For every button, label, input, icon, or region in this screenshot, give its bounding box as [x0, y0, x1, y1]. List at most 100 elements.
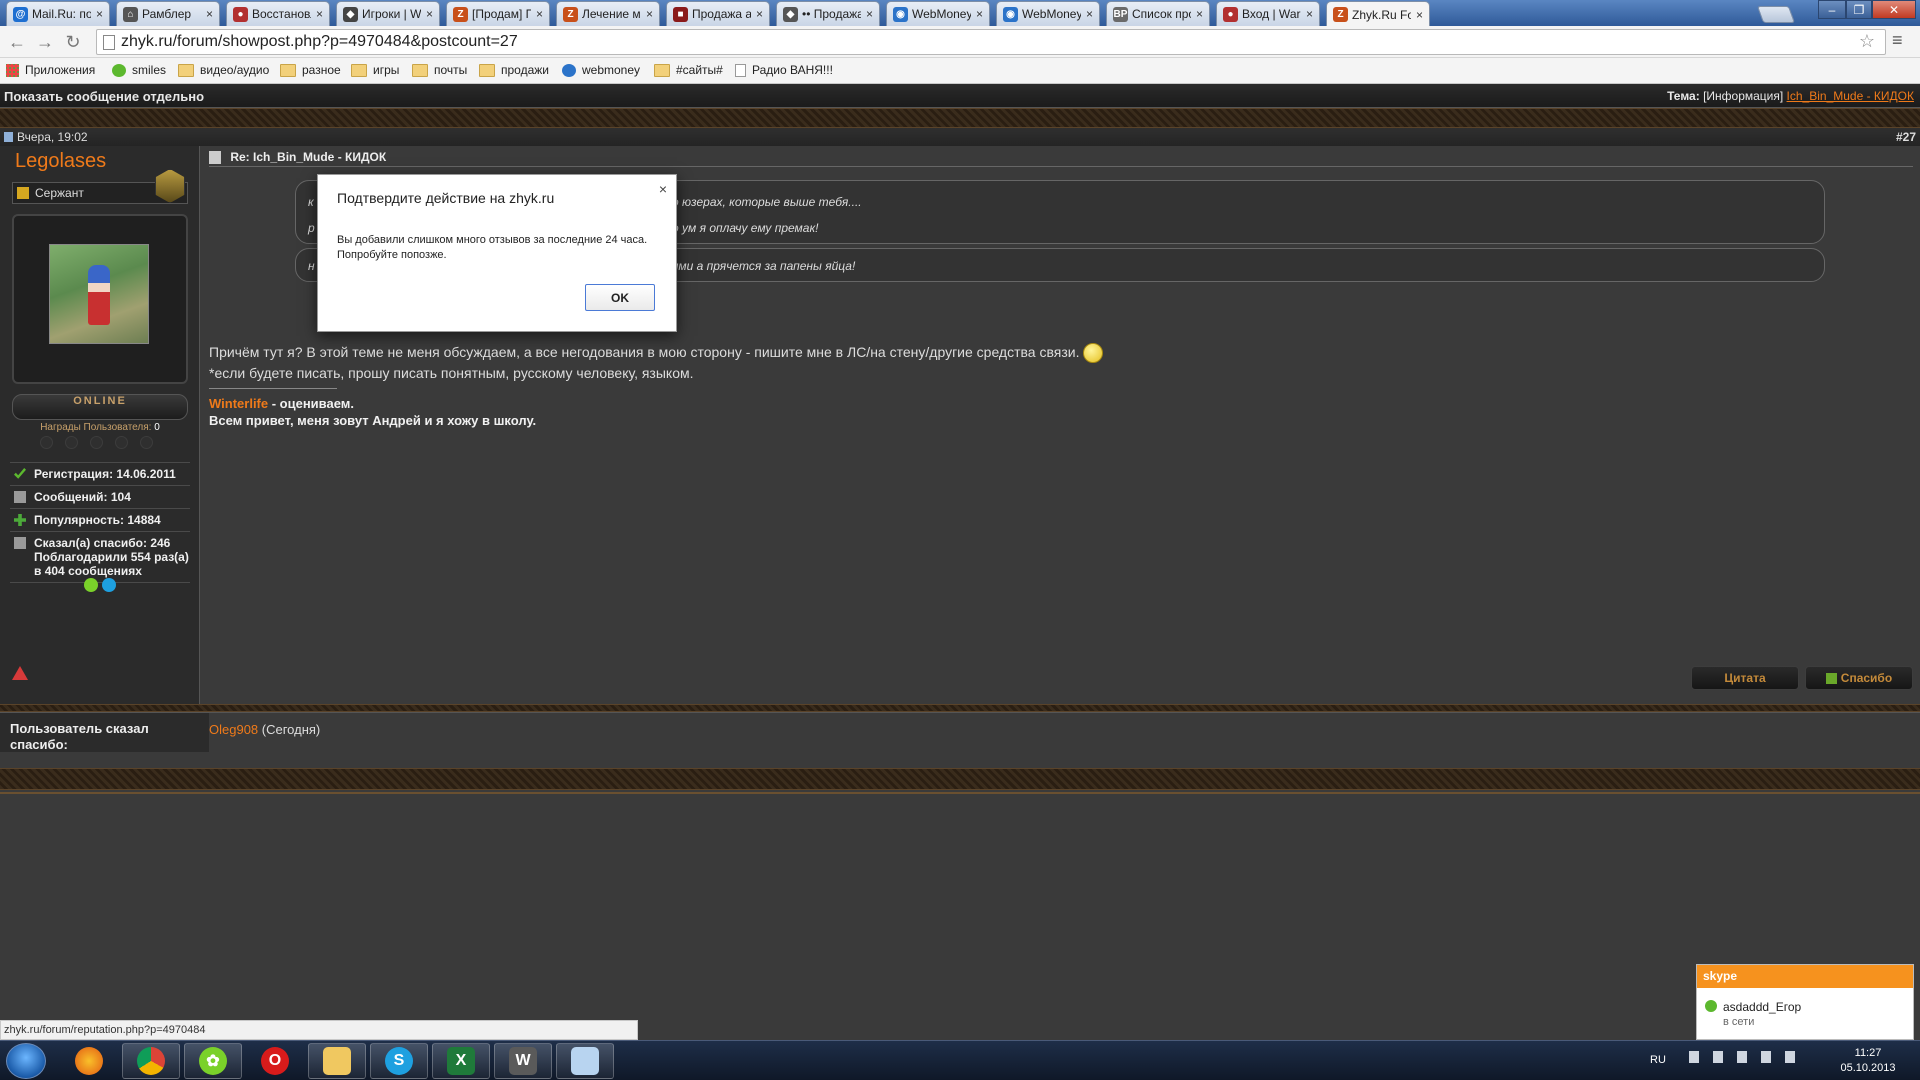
browser-tab[interactable]: BP Список прокс× [1106, 1, 1210, 26]
bookmark-label: разное [302, 63, 341, 77]
browser-tab[interactable]: Z Zhyk.Ru Forum× [1326, 1, 1430, 27]
tab-close-icon[interactable]: × [311, 7, 323, 21]
tab-close-icon[interactable]: × [751, 7, 763, 21]
tab-close-icon[interactable]: × [1411, 8, 1423, 22]
reload-icon[interactable]: ↻ [62, 31, 84, 53]
language-indicator[interactable]: RU [1650, 1054, 1666, 1066]
taskbar-icq[interactable]: ✿ [184, 1043, 242, 1079]
address-bar[interactable]: zhyk.ru/forum/showpost.php?p=4970484&pos… [96, 29, 1886, 55]
ok-button[interactable]: OK [585, 284, 655, 311]
firefox-icon [75, 1047, 103, 1075]
tab-close-icon[interactable]: × [641, 7, 653, 21]
shield-icon: ◆ [783, 6, 798, 22]
stat-label: Сказал(а) спасибо: 246 Поблагодарили 554… [34, 536, 189, 578]
username[interactable]: Legolases [15, 150, 106, 173]
thanks-button[interactable]: Спасибо [1805, 666, 1913, 690]
avatar[interactable] [49, 244, 149, 344]
post-date: Вчера, 19:02 [17, 130, 88, 144]
dialog-close-button[interactable]: × [659, 181, 667, 197]
forward-icon[interactable]: → [34, 31, 56, 53]
minimize-button[interactable]: – [1818, 0, 1846, 19]
bookmark-radio[interactable]: Радио ВАНЯ!!! [735, 63, 833, 77]
bookmark-folder-sales[interactable]: продажи [479, 63, 549, 77]
bookmark-label: почты [434, 63, 468, 77]
bookmark-folder-video[interactable]: видео/аудио [178, 63, 269, 77]
browser-tab[interactable]: ● Восстановлен× [226, 1, 330, 26]
bookmark-folder-sites[interactable]: #сайты# [654, 63, 723, 77]
post-date-bar: Вчера, 19:02 #27 [0, 128, 1920, 146]
taskbar-opera[interactable]: O [246, 1043, 304, 1079]
bookmark-folder-misc[interactable]: разное [280, 63, 341, 77]
browser-tab[interactable]: @ Mail.Ru: почта,× [6, 1, 110, 26]
browser-tab[interactable]: ● Вход | Wargam× [1216, 1, 1320, 26]
tab-title: Mail.Ru: почта, [32, 7, 91, 21]
thanks-button-icon [1825, 672, 1837, 684]
skype-contact-status: в сети [1723, 1016, 1755, 1028]
clock[interactable]: 11:27 05.10.2013 [1830, 1046, 1906, 1076]
browser-tab[interactable]: Z Лечение моде× [556, 1, 660, 26]
browser-tab[interactable]: ◉ WebMoney Ко× [996, 1, 1100, 26]
maximize-button[interactable]: ❐ [1846, 0, 1872, 19]
taskbar-excel[interactable]: X [432, 1043, 490, 1079]
thanks-label: Пользователь сказал спасибо: [10, 721, 149, 752]
system-tray: RU [1650, 1051, 1809, 1066]
tab-close-icon[interactable]: × [91, 7, 103, 21]
new-tab-button[interactable] [1756, 6, 1796, 23]
stat-popularity: Популярность: 14884 [10, 508, 190, 531]
tab-close-icon[interactable]: × [421, 7, 433, 21]
taskbar-explorer[interactable] [308, 1043, 366, 1079]
tab-close-icon[interactable]: × [971, 7, 983, 21]
bookmark-apps[interactable]: Приложения [6, 63, 95, 77]
thanks-time: (Сегодня) [261, 722, 321, 737]
thanks-user-link[interactable]: Oleg908 [209, 722, 258, 737]
thread-link[interactable]: Ich_Bin_Mude - КИДОК [1787, 89, 1914, 103]
folder-icon [280, 63, 296, 77]
skype-notification[interactable]: skype asdaddd_Егор в сети [1696, 964, 1914, 1040]
tab-close-icon[interactable]: × [861, 7, 873, 21]
tab-close-icon[interactable]: × [531, 7, 543, 21]
post-title-icon [209, 151, 221, 165]
browser-tab[interactable]: ⌂ Рамблер × [116, 1, 220, 26]
back-icon[interactable]: ← [6, 31, 28, 53]
report-icon[interactable] [12, 666, 28, 680]
award-slots [40, 436, 153, 449]
browser-tab[interactable]: ◉ WebMoney - сі× [886, 1, 990, 26]
notepad-icon [571, 1047, 599, 1075]
tab-close-icon[interactable]: × [1301, 7, 1313, 21]
bookmark-webmoney[interactable]: webmoney [562, 63, 640, 77]
bookmark-folder-games[interactable]: игры [351, 63, 399, 77]
thread-info: Тема: [Информация] Ich_Bin_Mude - КИДОК [1667, 89, 1914, 103]
chrome-menu-icon[interactable]: ≡ [1892, 30, 1903, 51]
taskbar-notepad[interactable] [556, 1043, 614, 1079]
tab-close-icon[interactable]: × [1191, 7, 1203, 21]
webmoney-icon [562, 63, 576, 77]
show-single-post-label: Показать сообщение отдельно [4, 89, 205, 104]
taskbar-chrome[interactable] [122, 1043, 180, 1079]
tab-title: Список прокс [1132, 7, 1191, 21]
signature-link[interactable]: Winterlife [209, 396, 268, 411]
start-button[interactable] [6, 1043, 46, 1079]
status-bar: zhyk.ru/forum/reputation.php?p=4970484 [0, 1020, 638, 1040]
taskbar-skype[interactable]: S [370, 1043, 428, 1079]
post-number[interactable]: #27 [1896, 130, 1916, 144]
close-window-button[interactable]: ✕ [1872, 0, 1916, 19]
tab-close-icon[interactable]: × [201, 7, 213, 21]
bookmark-smiles[interactable]: smiles [112, 63, 166, 77]
tab-close-icon[interactable]: × [1081, 7, 1093, 21]
browser-tab[interactable]: ◆ •• Продажа ак× [776, 1, 880, 26]
post-title-text: Re: Ich_Bin_Mude - КИДОК [230, 150, 387, 164]
icq-icon[interactable] [84, 578, 98, 592]
browser-tab[interactable]: ◆ Игроки | Worl× [336, 1, 440, 26]
quote-button[interactable]: Цитата [1691, 666, 1799, 690]
user-awards: Награды Пользователя: 0 [12, 422, 188, 433]
tab-title: Продажа акка [692, 7, 751, 21]
browser-tab[interactable]: ■ Продажа акка× [666, 1, 770, 26]
clock-date: 05.10.2013 [1840, 1062, 1896, 1074]
bookmark-folder-mail[interactable]: почты [412, 63, 467, 77]
taskbar-wot[interactable]: W [494, 1043, 552, 1079]
bookmark-star-icon[interactable]: ☆ [1859, 31, 1875, 52]
browser-tab[interactable]: Z [Продам] Про× [446, 1, 550, 26]
taskbar-firefox[interactable] [60, 1043, 118, 1079]
tab-title: Лечение моде [582, 7, 641, 21]
skype-icon[interactable] [102, 578, 116, 592]
